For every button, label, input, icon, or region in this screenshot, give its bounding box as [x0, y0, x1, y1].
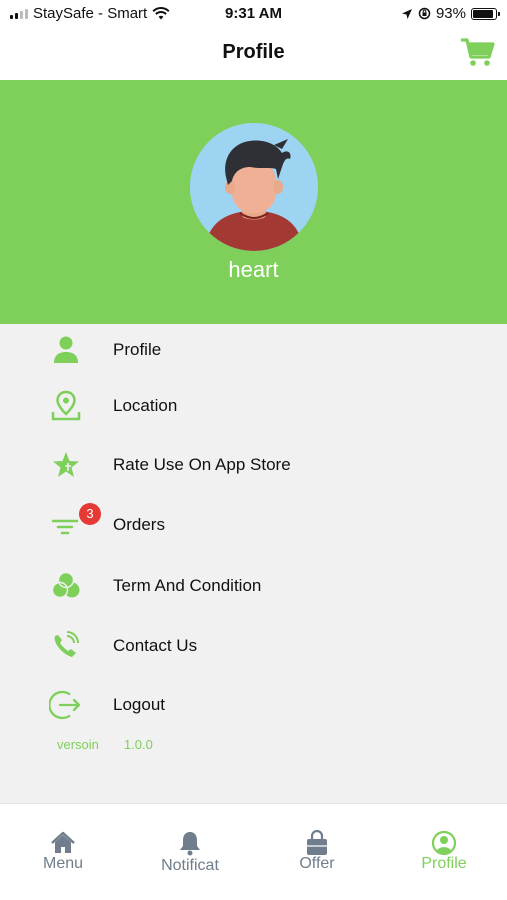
menu-item-profile[interactable]: Profile: [0, 324, 507, 376]
phone-icon: [54, 631, 79, 657]
menu-item-label: Term And Condition: [113, 576, 262, 595]
profile-header: heart: [0, 80, 507, 324]
cart-button[interactable]: [460, 36, 495, 68]
menu-item-contact[interactable]: Contact Us: [0, 620, 507, 672]
orders-badge: 3: [79, 503, 101, 525]
tab-label: Menu: [42, 855, 84, 872]
menu-item-label: Rate Use On App Store: [113, 455, 291, 474]
star-icon: [53, 452, 79, 477]
home-icon: [51, 831, 75, 853]
nav-bar: Profile: [0, 28, 507, 80]
tab-notifications[interactable]: Notificat: [127, 804, 253, 900]
battery-icon: [471, 7, 500, 20]
person-icon: [54, 336, 78, 363]
location-arrow-icon: [401, 8, 412, 19]
shopping-bag-icon: [307, 830, 327, 855]
menu-item-label: Orders: [113, 515, 165, 534]
menu-item-location[interactable]: Location: [0, 380, 507, 432]
avatar-illustration: [190, 123, 318, 251]
status-right: 93%: [401, 5, 500, 22]
battery-percent: 93%: [435, 5, 466, 22]
menu-item-logout[interactable]: Logout: [0, 679, 507, 731]
status-bar: StaySafe - Smart 9:31 AM 93%: [0, 0, 507, 28]
tab-menu[interactable]: Menu: [0, 804, 126, 900]
location-pin-icon: [51, 390, 81, 421]
tab-label: Offer: [299, 855, 335, 872]
tab-label: Profile: [421, 855, 467, 872]
tab-bar: Menu Notificat Offer Profile: [0, 803, 507, 900]
tab-label: Notificat: [161, 857, 219, 874]
filter-list-icon: [51, 519, 79, 535]
avatar[interactable]: [190, 123, 318, 251]
user-circle-icon: [431, 830, 457, 856]
menu-item-label: Contact Us: [113, 636, 198, 655]
menu-item-label: Location: [113, 396, 178, 415]
user-name: heart: [228, 257, 279, 282]
circles-icon: [51, 571, 80, 599]
bell-icon: [180, 832, 200, 856]
version-info: versoin 1.0.0: [57, 737, 153, 752]
cart-icon: [460, 38, 495, 66]
menu-item-orders[interactable]: 3 Orders: [0, 499, 507, 551]
tab-profile[interactable]: Profile: [381, 804, 507, 900]
orientation-lock-icon: [418, 7, 431, 20]
tab-offer[interactable]: Offer: [254, 804, 380, 900]
menu-item-label: Logout: [113, 695, 165, 714]
menu-item-terms[interactable]: Term And Condition: [0, 560, 507, 612]
version-label: versoin: [57, 737, 99, 752]
page-title: Profile: [222, 41, 285, 63]
menu-item-rate-app[interactable]: Rate Use On App Store: [0, 439, 507, 491]
version-value: 1.0.0: [123, 737, 153, 752]
logout-icon: [49, 690, 81, 720]
menu-item-label: Profile: [113, 340, 162, 359]
